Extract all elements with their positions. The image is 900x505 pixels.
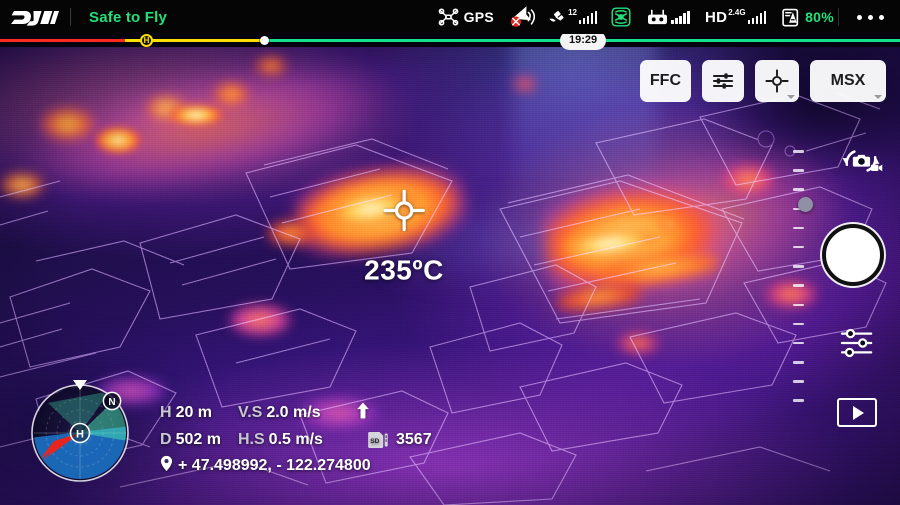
telemetry-distance: D 502 m [160, 431, 238, 449]
chevron-down-icon [874, 95, 882, 99]
more-menu-button[interactable] [839, 0, 900, 34]
spot-meter-readout[interactable]: 235ºC [364, 189, 444, 287]
dji-pilot-thermal-camera-screen: Safe to Fly GPS 12 HD 2.4G 80% H 19:29 F… [0, 0, 900, 505]
telemetry-panel: H 20 m V.S 2.0 m/s D 502 m H.S 0.5 m/s S… [160, 399, 432, 479]
svg-text:SD: SD [370, 437, 379, 444]
ffc-label: FFC [649, 72, 681, 89]
zoom-tick [792, 322, 804, 326]
zoom-tick [792, 265, 804, 268]
hd-label: HD [704, 8, 728, 26]
thermal-tool-buttons: FFC MSX [639, 60, 886, 102]
satellite-count: 12 [568, 7, 577, 17]
image-adjust-button[interactable] [702, 60, 744, 102]
telemetry-storage: SD 3567 [368, 431, 432, 449]
camera-video-toggle-icon [838, 144, 884, 183]
battery-flight-bar[interactable]: H 19:29 [0, 31, 900, 50]
vision-system-icon [610, 6, 632, 28]
battery-percent-label: 80% [805, 9, 834, 25]
zoom-tick [792, 245, 804, 249]
height-key: H [160, 403, 172, 421]
shutter-button[interactable] [822, 224, 884, 286]
ffc-button[interactable]: FFC [639, 60, 691, 102]
logo-divider [70, 8, 71, 26]
playback-button[interactable] [837, 398, 877, 427]
battery-icon [781, 8, 800, 27]
battery-bar-home-marker[interactable]: H [140, 34, 153, 47]
status-vision-system[interactable] [610, 0, 632, 34]
msx-mode-button[interactable]: MSX [810, 60, 886, 102]
menu-dot [879, 14, 884, 20]
gps-label: GPS [463, 9, 495, 25]
camera-settings-icon [839, 327, 877, 364]
coordinates-value: + 47.498992, - 122.274800 [178, 457, 371, 474]
status-indicator-group: GPS 12 HD 2.4G 80% [438, 0, 838, 34]
chevron-down-icon [787, 95, 795, 99]
hspeed-key: H.S [238, 430, 265, 448]
flight-status-text: Safe to Fly [89, 8, 168, 26]
hd-signal-bars [747, 10, 767, 24]
zoom-tick [792, 188, 804, 191]
zoom-tick [792, 226, 804, 230]
spot-meter-button[interactable] [755, 60, 799, 102]
zoom-tick [792, 284, 804, 287]
zoom-tick [792, 303, 804, 306]
ascend-arrow-icon [356, 401, 370, 424]
menu-dot [857, 14, 862, 20]
battery-bar-current-position[interactable] [260, 36, 269, 45]
telemetry-coordinates: + 47.498992, - 122.274800 [160, 453, 432, 479]
sd-card-icon: SD [368, 431, 389, 448]
dji-logo[interactable] [0, 0, 70, 34]
vspeed-key: V.S [238, 403, 263, 421]
msx-label: MSX [830, 72, 866, 89]
camera-video-toggle-button[interactable] [835, 144, 887, 182]
north-label: N [108, 397, 115, 408]
remote-controller-icon [646, 8, 669, 27]
zoom-tick [792, 341, 804, 345]
hd-band-label: 2.4G [728, 7, 746, 17]
satellite-icon [548, 8, 567, 26]
distance-key: D [160, 430, 172, 448]
status-battery[interactable]: 80% [781, 0, 834, 34]
radar-compass-widget[interactable]: H N [24, 375, 136, 487]
telemetry-horizontal-speed: H.S 0.5 m/s [238, 431, 354, 449]
zoom-slider[interactable] [789, 150, 807, 402]
status-bar: Safe to Fly GPS 12 HD 2.4G 80% [0, 0, 900, 34]
zoom-tick [792, 399, 804, 402]
zoom-tick [792, 361, 804, 364]
satellite-signal-bars [578, 10, 598, 24]
height-value: 20 m [175, 403, 213, 421]
sliders-icon [712, 71, 734, 91]
rc-signal-bars [671, 10, 690, 24]
telemetry-row-height-vspeed: H 20 m V.S 2.0 m/s [160, 399, 432, 426]
sd-file-count: 3567 [396, 430, 432, 448]
status-hd-video-link[interactable]: HD 2.4G [704, 0, 767, 34]
location-pin-icon [160, 455, 173, 477]
distance-value: 502 m [175, 430, 221, 448]
telemetry-height: H 20 m [160, 404, 238, 422]
zoom-tick [792, 380, 804, 383]
battery-bar-critical-segment [0, 39, 125, 42]
menu-dot [868, 14, 873, 20]
spot-temperature-value: 235ºC [364, 254, 444, 286]
zoom-slider-knob[interactable] [798, 197, 813, 212]
telemetry-row-distance-hspeed: D 502 m H.S 0.5 m/s SD 3567 [160, 426, 432, 453]
vspeed-value: 2.0 m/s [266, 403, 321, 421]
hspeed-value: 0.5 m/s [268, 430, 323, 448]
zoom-tick [792, 169, 804, 172]
status-no-fly-zone[interactable] [507, 0, 536, 34]
camera-settings-button[interactable] [834, 325, 882, 365]
drone-icon [438, 8, 459, 26]
telemetry-vertical-speed: V.S 2.0 m/s [238, 404, 354, 422]
zoom-tick [792, 150, 804, 153]
spot-meter-icon [765, 69, 789, 93]
status-gps[interactable]: GPS [438, 0, 494, 34]
status-remote-controller[interactable] [646, 0, 690, 34]
spot-meter-crosshair-icon [383, 189, 425, 237]
status-satellite[interactable]: 12 [548, 0, 598, 34]
no-fly-zone-icon [507, 6, 536, 28]
playback-icon [853, 405, 864, 420]
home-marker-label: H [76, 428, 84, 440]
